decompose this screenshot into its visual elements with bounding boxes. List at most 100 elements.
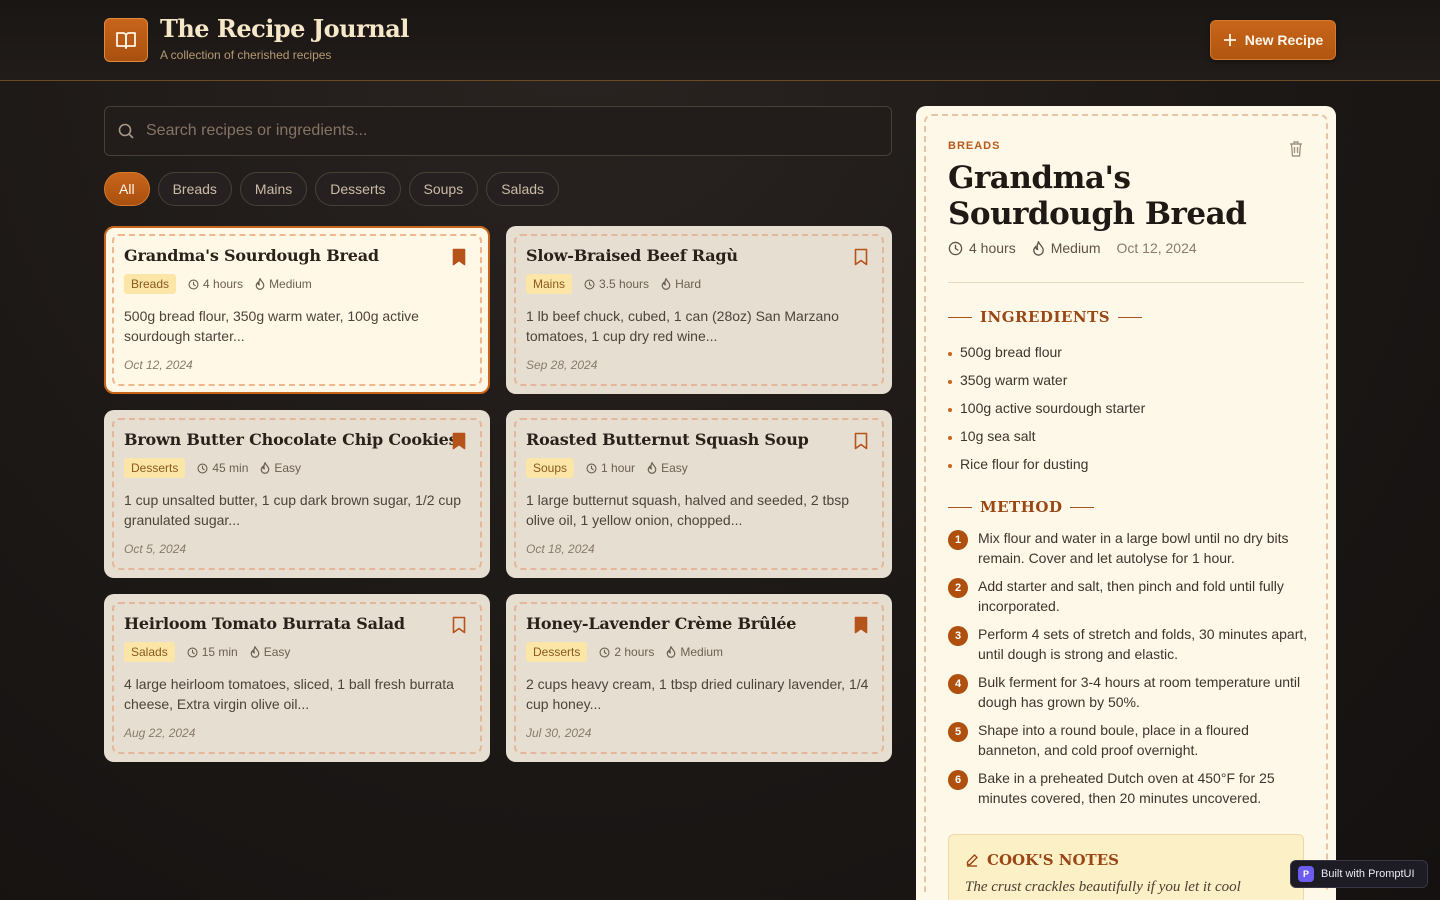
recipe-meta: Breads 4 hours Medium [124, 274, 312, 294]
category-tag: Salads [124, 642, 175, 662]
recipe-time-label: 3.5 hours [599, 277, 650, 291]
new-recipe-button[interactable]: New Recipe [1210, 20, 1336, 60]
step-text: Add starter and salt, then pinch and fol… [978, 578, 1284, 614]
recipe-detail-card: BREADS Grandma's Sourdough Bread 4 hours… [924, 114, 1328, 900]
pencil-icon [966, 854, 978, 867]
method-step: 5 Shape into a round boule, place in a fl… [948, 720, 1308, 760]
category-filters: All Breads Mains Desserts Soups Salads [104, 172, 560, 206]
flame-icon [250, 646, 260, 658]
heading-rule [948, 316, 972, 318]
recipe-difficulty-label: Easy [274, 461, 302, 475]
step-text: Perform 4 sets of stretch and folds, 30 … [978, 626, 1308, 662]
detail-meta: 4 hours Medium Oct 12, 2024 [948, 240, 1197, 256]
recipe-card-frame: Honey-Lavender Crème Brûlée Desserts 2 hou… [514, 602, 884, 754]
category-tag: Mains [526, 274, 573, 294]
detail-category: BREADS [948, 140, 1001, 152]
recipe-time-label: 45 min [212, 461, 249, 475]
recipe-date: Oct 18, 2024 [526, 542, 595, 556]
bookmark-icon[interactable] [854, 616, 868, 634]
flame-icon [661, 278, 671, 290]
category-tag: Desserts [526, 642, 588, 662]
recipe-time: 2 hours [599, 645, 654, 659]
filter-chip-all[interactable]: All [104, 172, 150, 206]
filter-chip-soups[interactable]: Soups [408, 172, 479, 206]
detail-difficulty-label: Medium [1050, 240, 1101, 256]
app-subtitle: A collection of cherished recipes [160, 48, 332, 62]
bookmark-icon[interactable] [854, 248, 868, 266]
filter-chip-breads[interactable]: Breads [157, 172, 232, 206]
clock-icon [599, 646, 610, 658]
divider [948, 282, 1304, 283]
recipe-card[interactable]: Roasted Butternut Squash Soup Soups 1 hour… [506, 410, 892, 578]
filter-chip-salads[interactable]: Salads [486, 172, 560, 206]
open-book-icon[interactable] [104, 18, 148, 62]
method-heading-label: METHOD [980, 498, 1063, 516]
app-header: The Recipe Journal A collection of cheri… [0, 0, 1440, 81]
recipe-card[interactable]: Slow-Braised Beef Ragù Mains 3.5 hours Hard… [506, 226, 892, 394]
built-with-label: Built with PromptUI [1321, 868, 1415, 880]
recipe-date: Aug 22, 2024 [124, 726, 196, 740]
bullet [948, 463, 952, 468]
method-step: 1 Mix flour and water in a large bowl unt… [948, 528, 1308, 568]
step-text: Shape into a round boule, place in a flo… [978, 722, 1249, 758]
recipe-date: Sep 28, 2024 [526, 358, 598, 372]
recipe-title: Roasted Butternut Squash Soup [526, 430, 809, 449]
recipe-title: Honey-Lavender Crème Brûlée [526, 614, 797, 633]
ingredient-text: 350g warm water [960, 372, 1068, 388]
app-title: The Recipe Journal [160, 14, 409, 43]
recipe-date: Oct 5, 2024 [124, 542, 187, 556]
ingredient-item: Rice flour for dusting [948, 450, 1145, 478]
new-recipe-label: New Recipe [1244, 32, 1324, 48]
recipe-card[interactable]: Honey-Lavender Crème Brûlée Desserts 2 hou… [506, 594, 892, 762]
detail-time: 4 hours [948, 240, 1016, 256]
step-text: Bake in a preheated Dutch oven at 450°F … [978, 770, 1275, 806]
recipe-difficulty: Easy [260, 461, 301, 475]
bookmark-icon[interactable] [854, 432, 868, 450]
bookmark-icon[interactable] [452, 432, 466, 450]
search-bar[interactable] [104, 106, 892, 156]
bookmark-icon[interactable] [452, 248, 466, 266]
category-tag: Desserts [124, 458, 186, 478]
recipe-date: Jul 30, 2024 [526, 726, 592, 740]
filter-chip-desserts[interactable]: Desserts [315, 172, 401, 206]
recipe-difficulty: Medium [255, 277, 312, 291]
flame-icon [666, 646, 676, 658]
cooks-notes: COOK'S NOTES The crust crackles beautifu… [948, 834, 1304, 900]
trash-icon[interactable] [1288, 140, 1304, 158]
search-input[interactable] [146, 122, 891, 140]
recipe-detail-panel: BREADS Grandma's Sourdough Bread 4 hours… [916, 106, 1336, 900]
recipe-difficulty-label: Easy [661, 461, 688, 475]
clock-icon [948, 241, 963, 255]
recipe-card[interactable]: Heirloom Tomato Burrata Salad Salads 15 mi… [104, 594, 490, 762]
recipe-snippet: 1 large butternut squash, halved and see… [526, 492, 850, 528]
recipe-snippet: 1 lb beef chuck, cubed, 1 can (28oz) San… [526, 308, 839, 344]
search-icon [117, 122, 135, 140]
recipe-meta: Salads 15 min Easy [124, 642, 290, 662]
recipe-meta: Desserts 45 min Easy [124, 458, 301, 478]
ingredient-item: 500g bread flour [948, 338, 1145, 366]
promptui-logo-icon: P [1298, 866, 1314, 882]
ingredient-item: 10g sea salt [948, 422, 1145, 450]
flame-icon [647, 462, 657, 474]
bookmark-icon[interactable] [452, 616, 466, 634]
ingredient-text: Rice flour for dusting [960, 456, 1089, 472]
bullet [948, 407, 952, 412]
filter-chip-mains[interactable]: Mains [239, 172, 308, 206]
recipe-title: Grandma's Sourdough Bread [124, 246, 379, 265]
step-text: Bulk ferment for 3-4 hours at room tempe… [978, 674, 1301, 710]
detail-difficulty: Medium [1032, 240, 1101, 256]
recipe-card[interactable]: Brown Butter Chocolate Chip Cookies Desse… [104, 410, 490, 578]
recipe-card[interactable]: Grandma's Sourdough Bread Breads 4 hours Me… [104, 226, 490, 394]
recipe-snippet: 2 cups heavy cream, 1 tbsp dried culinar… [526, 676, 869, 712]
built-with-badge[interactable]: P Built with PromptUI [1290, 860, 1428, 888]
heading-rule [948, 506, 972, 508]
recipe-card-frame: Roasted Butternut Squash Soup Soups 1 hour… [514, 418, 884, 570]
recipe-snippet: 500g bread flour, 350g warm water, 100g … [124, 308, 419, 344]
recipe-snippet: 1 cup unsalted butter, 1 cup dark brown … [124, 492, 461, 528]
recipe-card-frame: Brown Butter Chocolate Chip Cookies Desse… [112, 418, 482, 570]
step-number: 6 [948, 770, 968, 790]
detail-time-label: 4 hours [969, 240, 1016, 256]
step-number: 3 [948, 626, 968, 646]
clock-icon [197, 462, 208, 474]
method-steps: 1 Mix flour and water in a large bowl unt… [948, 528, 1308, 816]
